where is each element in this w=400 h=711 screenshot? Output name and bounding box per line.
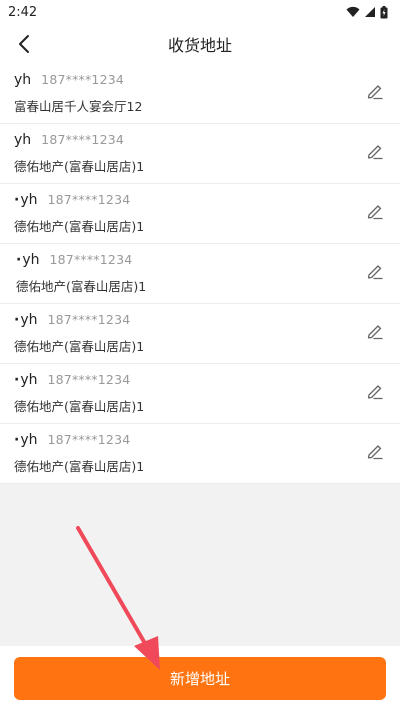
edit-pencil-icon [367,385,383,400]
bottom-action-bar: 新增地址 [0,646,400,711]
address-text: 德佑地产(富春山居店)1 [14,399,145,414]
recipient-name: yh [14,72,32,88]
edit-address-button[interactable] [364,380,386,402]
recipient-phone: 187****1234 [47,192,131,207]
edit-address-button[interactable] [364,320,386,342]
address-item[interactable]: yh 187****1234 富春山居千人宴会厅12 [0,64,400,124]
edit-address-button[interactable] [364,200,386,222]
battery-icon [380,5,388,18]
address-list: yh 187****1234 富春山居千人宴会厅12 yh 187****123… [0,64,400,484]
address-item[interactable]: ·yh 187****1234 德佑地产(富春山居店)1 [0,184,400,244]
edit-pencil-icon [367,325,383,340]
app-bar: 收货地址 [0,24,400,64]
recipient-name: ·yh [16,252,40,268]
signal-icon [365,7,375,17]
address-item[interactable]: ·yh 187****1234 德佑地产(富春山居店)1 [0,424,400,484]
back-button[interactable] [8,28,40,60]
recipient-phone: 187****1234 [47,312,131,327]
recipient-name: ·yh [14,192,38,208]
recipient-phone: 187****1234 [41,72,125,87]
address-text: 德佑地产(富春山居店)1 [14,459,145,474]
recipient-name: ·yh [14,312,38,328]
address-item[interactable]: ·yh 187****1234 德佑地产(富春山居店)1 [0,244,400,304]
address-text: 富春山居千人宴会厅12 [14,99,143,114]
edit-address-button[interactable] [364,80,386,102]
recipient-phone: 187****1234 [41,132,125,147]
page-title: 收货地址 [167,36,232,55]
address-text: 德佑地产(富春山居店)1 [14,219,145,234]
recipient-phone: 187****1234 [47,432,131,447]
edit-pencil-icon [367,265,383,280]
edit-pencil-icon [367,145,383,160]
edit-address-button[interactable] [364,440,386,462]
edit-pencil-icon [367,205,383,220]
address-item[interactable]: ·yh 187****1234 德佑地产(富春山居店)1 [0,304,400,364]
recipient-name: ·yh [14,432,38,448]
wifi-icon [346,6,360,17]
status-icons [346,5,388,19]
recipient-phone: 187****1234 [47,372,131,387]
address-text: 德佑地产(富春山居店)1 [14,159,145,174]
address-item[interactable]: yh 187****1234 德佑地产(富春山居店)1 [0,124,400,184]
address-text: 德佑地产(富春山居店)1 [14,339,145,354]
recipient-phone: 187****1234 [49,252,133,267]
status-time: 2:42 [8,4,38,20]
edit-pencil-icon [367,85,383,100]
address-item[interactable]: ·yh 187****1234 德佑地产(富春山居店)1 [0,364,400,424]
recipient-name: ·yh [14,372,38,388]
edit-pencil-icon [367,445,383,460]
edit-address-button[interactable] [364,260,386,282]
add-address-button[interactable]: 新增地址 [14,657,386,700]
recipient-name: yh [14,132,32,148]
back-arrow-icon [19,35,29,53]
address-text: 德佑地产(富春山居店)1 [16,279,147,294]
edit-address-button[interactable] [364,140,386,162]
status-bar: 2:42 [0,0,400,24]
